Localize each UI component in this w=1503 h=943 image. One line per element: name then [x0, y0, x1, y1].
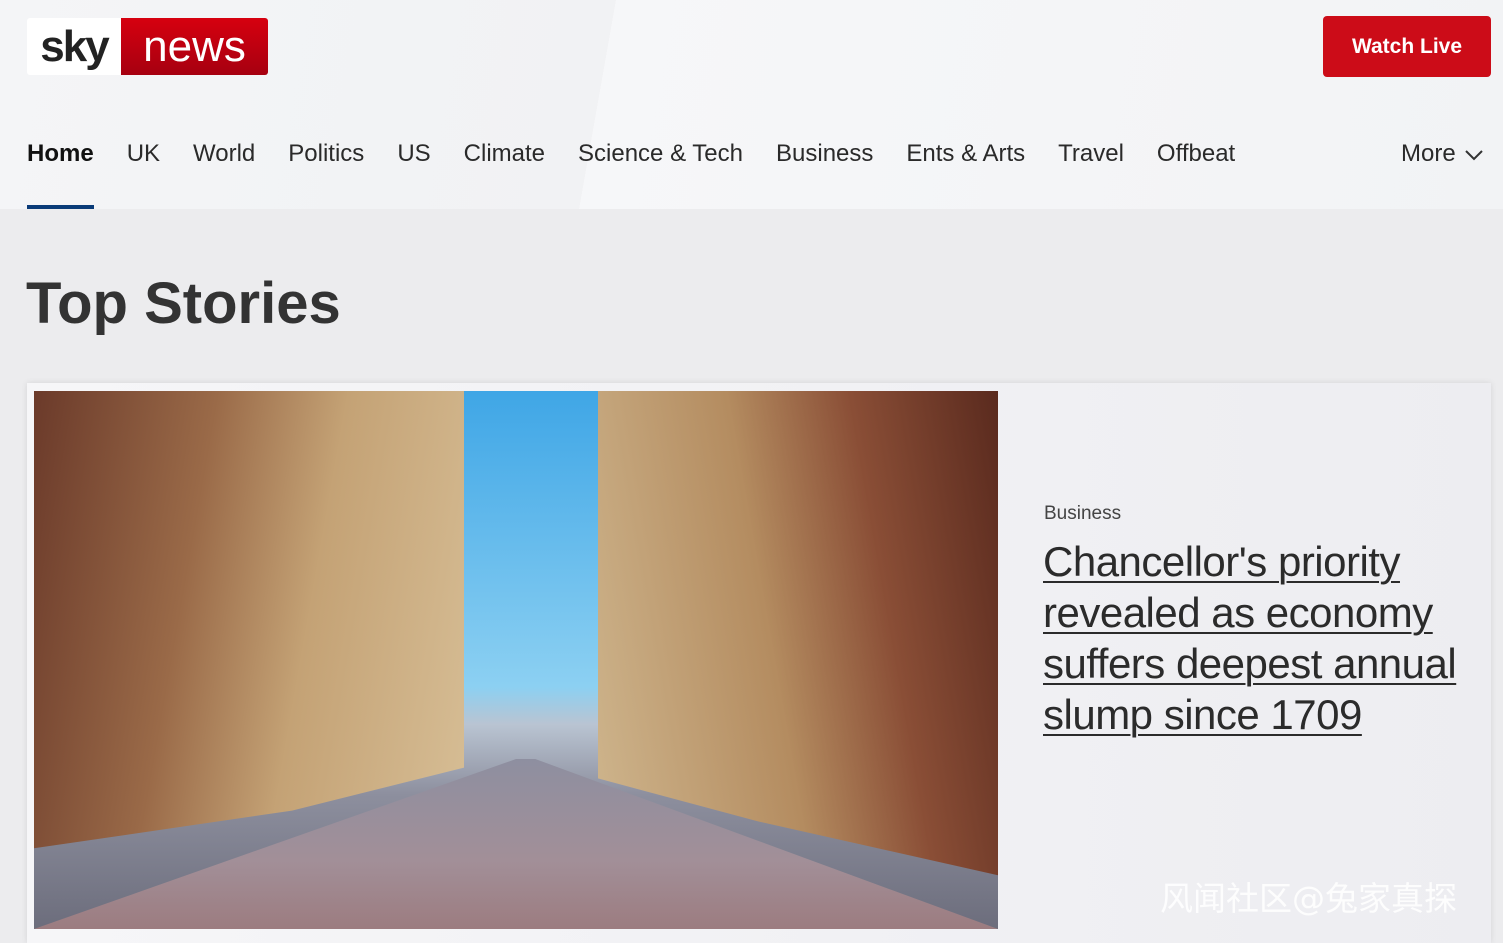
nav-uk[interactable]: UK	[127, 140, 160, 209]
watch-live-button[interactable]: Watch Live	[1323, 16, 1491, 77]
page-title: Top Stories	[26, 271, 341, 336]
nav-world[interactable]: World	[193, 140, 255, 209]
more-label: More	[1401, 140, 1456, 167]
nav-science-tech[interactable]: Science & Tech	[578, 140, 743, 209]
watermark: 风闻社区@兔家真探	[1160, 879, 1457, 918]
main-nav: Home UK World Politics US Climate Scienc…	[27, 140, 1268, 209]
nav-offbeat[interactable]: Offbeat	[1157, 140, 1235, 209]
site-header: sky news Watch Live Home UK World Politi…	[0, 0, 1503, 209]
nav-travel[interactable]: Travel	[1058, 140, 1124, 209]
nav-business[interactable]: Business	[776, 140, 873, 209]
logo-news-text: news	[121, 18, 268, 75]
nav-politics[interactable]: Politics	[288, 140, 364, 209]
story-image[interactable]	[34, 391, 998, 929]
nav-us[interactable]: US	[397, 140, 430, 209]
story-category: Business	[1044, 503, 1122, 524]
nav-climate[interactable]: Climate	[464, 140, 545, 209]
chevron-down-icon	[1464, 150, 1483, 161]
sky-news-logo[interactable]: sky news	[27, 18, 268, 75]
nav-home[interactable]: Home	[27, 140, 94, 209]
nav-more[interactable]: More	[1401, 140, 1484, 168]
story-headline-link[interactable]: Chancellor's priority revealed as econom…	[1043, 536, 1463, 740]
logo-sky-text: sky	[27, 18, 121, 75]
nav-ents-arts[interactable]: Ents & Arts	[906, 140, 1025, 209]
